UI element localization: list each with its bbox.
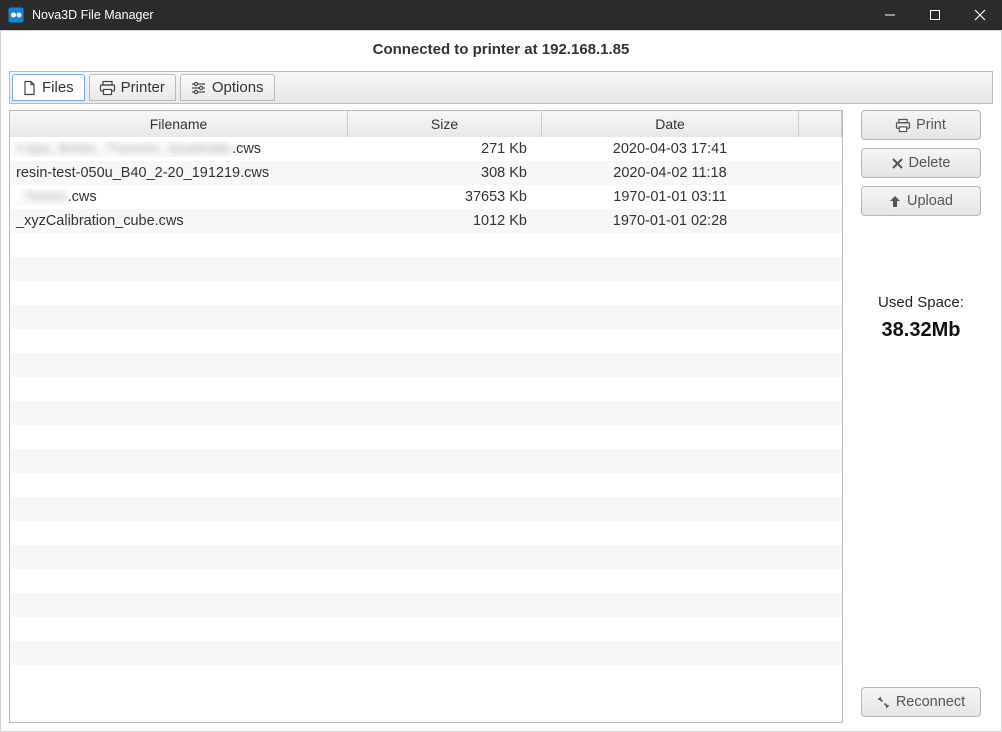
file-icon	[23, 81, 36, 95]
used-space-label: Used Space:	[849, 294, 993, 311]
table-row-empty	[10, 353, 842, 377]
tab-content-files: Filename Size Date Capa_Botao_Thyssen_Qu…	[9, 110, 993, 723]
table-row-empty	[10, 665, 842, 689]
cell-date: 1970-01-01 03:11	[542, 189, 799, 205]
tab-printer-label: Printer	[121, 79, 165, 96]
table-row-empty	[10, 497, 842, 521]
delete-icon	[892, 158, 903, 169]
window-minimize-button[interactable]	[867, 0, 912, 30]
table-row-empty	[10, 449, 842, 473]
table-row-empty	[10, 521, 842, 545]
cell-size: 308 Kb	[348, 165, 542, 181]
printer-icon	[896, 119, 910, 132]
tab-options-label: Options	[212, 79, 264, 96]
delete-button[interactable]: Delete	[861, 148, 981, 178]
main-panel: Connected to printer at 192.168.1.85 Fil…	[0, 30, 1002, 732]
column-header-size[interactable]: Size	[348, 111, 542, 137]
column-header-filename[interactable]: Filename	[10, 111, 348, 137]
table-row-empty	[10, 281, 842, 305]
reconnect-icon	[877, 696, 890, 709]
table-row-empty	[10, 641, 842, 665]
table-row-empty	[10, 233, 842, 257]
window-controls	[867, 0, 1002, 30]
table-row[interactable]: resin-test-050u_B40_2-20_191219.cws308 K…	[10, 161, 842, 185]
cell-size: 37653 Kb	[348, 189, 542, 205]
window-close-button[interactable]	[957, 0, 1002, 30]
upload-button[interactable]: Upload	[861, 186, 981, 216]
actions-sidebar: Print Delete Upload Used Space: 38.	[849, 110, 993, 723]
table-row-empty	[10, 545, 842, 569]
cell-size: 271 Kb	[348, 141, 542, 157]
table-header: Filename Size Date	[10, 111, 842, 137]
column-header-date[interactable]: Date	[542, 111, 799, 137]
tab-files[interactable]: Files	[12, 74, 85, 101]
column-header-extra	[799, 111, 842, 137]
table-row-empty	[10, 473, 842, 497]
reconnect-button-label: Reconnect	[896, 694, 965, 710]
window-maximize-button[interactable]	[912, 0, 957, 30]
cell-filename: _Toomo.cws	[10, 189, 348, 205]
tab-bar: Files Printer Options	[9, 71, 993, 104]
table-row-empty	[10, 257, 842, 281]
inner-panel: Files Printer Options	[1, 68, 1001, 731]
cell-filename: Capa_Botao_Thyssen_Quadrado.cws	[10, 141, 348, 157]
connection-status: Connected to printer at 192.168.1.85	[1, 31, 1001, 68]
tab-files-label: Files	[42, 79, 74, 96]
table-row-empty	[10, 425, 842, 449]
table-row-empty	[10, 401, 842, 425]
table-row-empty	[10, 329, 842, 353]
cell-filename: _xyzCalibration_cube.cws	[10, 213, 348, 229]
table-row-empty	[10, 593, 842, 617]
cell-date: 2020-04-03 17:41	[542, 141, 799, 157]
cell-size: 1012 Kb	[348, 213, 542, 229]
table-row[interactable]: Capa_Botao_Thyssen_Quadrado.cws271 Kb202…	[10, 137, 842, 161]
upload-button-label: Upload	[907, 193, 953, 209]
file-table: Filename Size Date Capa_Botao_Thyssen_Qu…	[9, 110, 843, 723]
tab-printer[interactable]: Printer	[89, 74, 176, 101]
used-space-value: 38.32Mb	[849, 319, 993, 342]
print-button[interactable]: Print	[861, 110, 981, 140]
printer-icon	[100, 81, 115, 95]
window-title: Nova3D File Manager	[32, 8, 867, 22]
cell-date: 2020-04-02 11:18	[542, 165, 799, 181]
delete-button-label: Delete	[909, 155, 951, 171]
app-icon	[8, 7, 24, 23]
table-row[interactable]: _Toomo.cws37653 Kb1970-01-01 03:11	[10, 185, 842, 209]
tab-options[interactable]: Options	[180, 74, 275, 101]
table-body: Capa_Botao_Thyssen_Quadrado.cws271 Kb202…	[10, 137, 842, 722]
cell-filename: resin-test-050u_B40_2-20_191219.cws	[10, 165, 348, 181]
table-row-empty	[10, 305, 842, 329]
table-row-empty	[10, 617, 842, 641]
table-row-empty	[10, 569, 842, 593]
print-button-label: Print	[916, 117, 946, 133]
table-row-empty	[10, 377, 842, 401]
cell-date: 1970-01-01 02:28	[542, 213, 799, 229]
window-titlebar: Nova3D File Manager	[0, 0, 1002, 30]
used-space-panel: Used Space: 38.32Mb	[849, 294, 993, 342]
table-row[interactable]: _xyzCalibration_cube.cws1012 Kb1970-01-0…	[10, 209, 842, 233]
reconnect-button[interactable]: Reconnect	[861, 687, 981, 717]
upload-icon	[889, 195, 901, 208]
options-icon	[191, 81, 206, 95]
